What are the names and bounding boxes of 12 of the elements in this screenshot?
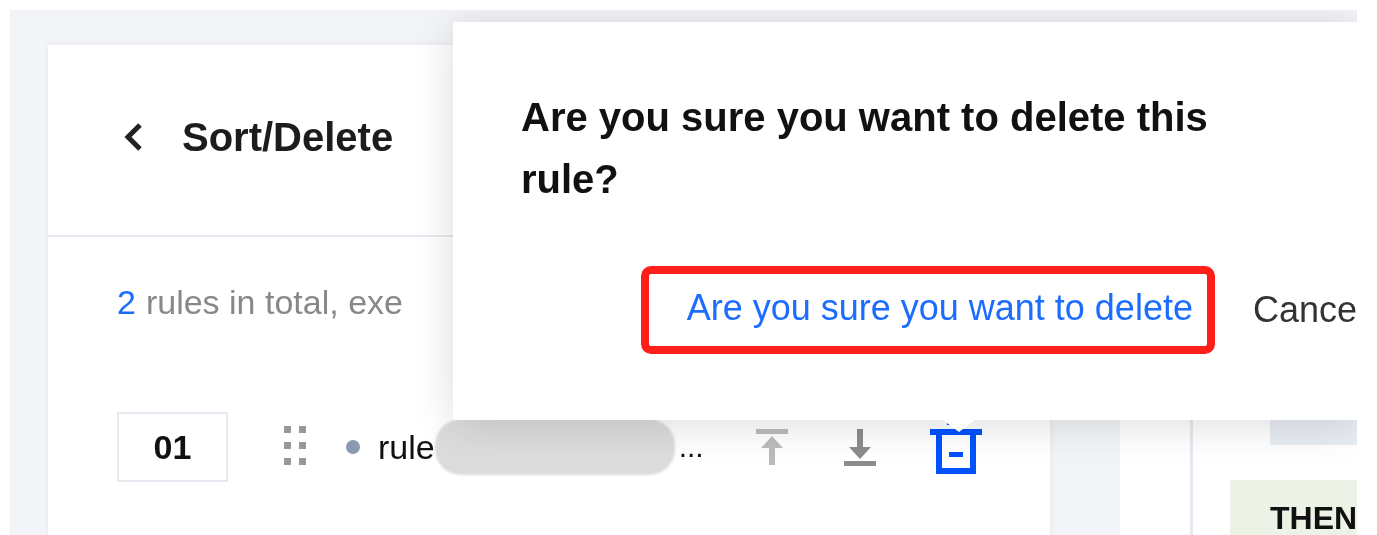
summary-text: rules in total, exe — [145, 283, 403, 322]
popover-title: Are you sure you want to delete this rule? — [521, 94, 1209, 203]
rule-name: rule — [378, 427, 435, 467]
ellipsis-text: ... — [678, 430, 704, 464]
drag-handle-icon[interactable] — [284, 426, 306, 468]
cancel-button[interactable]: Cance — [1252, 289, 1357, 331]
then-label: THEN — [1230, 480, 1357, 535]
confirm-delete-button[interactable]: Are you sure you want to delete — [640, 266, 1215, 354]
rule-index: 01 — [117, 412, 228, 482]
page-title: Sort/Delete — [182, 114, 394, 160]
status-dot — [346, 440, 360, 454]
rule-count: 2 — [117, 283, 136, 322]
